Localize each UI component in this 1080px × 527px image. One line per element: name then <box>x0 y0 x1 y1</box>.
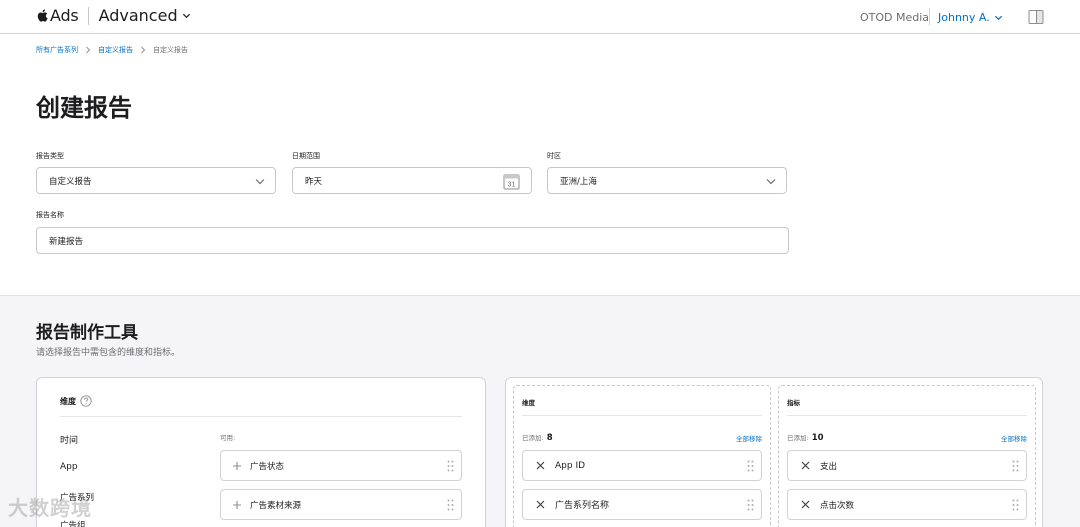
selected-item[interactable]: 点击次数 <box>787 489 1027 520</box>
category-app[interactable]: App <box>60 462 78 472</box>
close-icon[interactable] <box>801 500 810 509</box>
org-name[interactable]: OTOD Media <box>860 11 929 24</box>
breadcrumb: 所有广告系列 自定义报告 自定义报告 <box>36 45 188 55</box>
date-range-value: 昨天 <box>305 176 323 187</box>
drag-handle-icon[interactable] <box>447 460 454 472</box>
report-name-input[interactable]: 新建报告 <box>36 227 789 254</box>
selected-item[interactable]: 广告系列名称 <box>522 489 762 520</box>
chevron-right-icon <box>141 46 146 54</box>
dimensions-heading-label: 维度 <box>60 396 76 406</box>
selected-fields-card: 维度 已添加: 8 全部移除 App ID 广告系列名称 指标 已添加: 10 … <box>505 377 1043 527</box>
chevron-right-icon <box>86 46 91 54</box>
selected-metrics-dropzone[interactable]: 指标 已添加: 10 全部移除 支出 点击次数 <box>778 385 1036 527</box>
selected-dimensions-heading: 维度 <box>522 399 535 407</box>
date-range-label: 日期范围 <box>292 152 320 160</box>
selected-metrics-heading: 指标 <box>787 399 800 407</box>
selected-item-label: 支出 <box>820 461 838 472</box>
divider <box>522 415 762 416</box>
close-icon[interactable] <box>536 500 545 509</box>
drag-handle-icon[interactable] <box>1012 499 1019 511</box>
brand[interactable]: Ads Advanced <box>36 6 191 25</box>
help-icon[interactable] <box>80 395 92 407</box>
selected-item[interactable]: 支出 <box>787 450 1027 481</box>
apple-logo-icon <box>37 9 48 22</box>
chevron-down-icon <box>255 179 265 185</box>
report-type-label: 报告类型 <box>36 152 64 160</box>
dimension-chooser-card: 维度 时间 App 广告系列 广告组 可用: 广告状态 广告素材来源 <box>36 377 486 527</box>
selected-metrics-count: 已添加: 10 <box>787 432 824 443</box>
top-nav: Ads Advanced OTOD Media Johnny A. <box>0 0 1080 34</box>
drag-handle-icon[interactable] <box>1012 460 1019 472</box>
breadcrumb-link-custom-reports[interactable]: 自定义报告 <box>98 45 133 55</box>
builder-subtitle: 请选择报告中需包含的维度和指标。 <box>36 348 181 358</box>
plus-icon[interactable] <box>232 500 242 510</box>
breadcrumb-link-all-campaigns[interactable]: 所有广告系列 <box>36 45 78 55</box>
user-menu[interactable]: Johnny A. <box>938 11 1003 24</box>
remove-all-metrics-link[interactable]: 全部移除 <box>1001 433 1027 443</box>
timezone-label: 时区 <box>547 152 561 160</box>
selected-dimensions-count: 已添加: 8 <box>522 432 553 443</box>
remove-all-dimensions-link[interactable]: 全部移除 <box>736 433 762 443</box>
selected-item-label: 点击次数 <box>820 500 855 511</box>
available-item-label: 广告素材来源 <box>250 500 302 511</box>
watermark: 大数跨境 <box>8 496 92 520</box>
report-name-value: 新建报告 <box>49 236 84 247</box>
brand-divider <box>87 6 89 25</box>
builder-title: 报告制作工具 <box>36 323 138 343</box>
timezone-value: 亚洲/上海 <box>560 176 597 187</box>
chevron-down-icon <box>182 13 190 19</box>
report-name-label: 报告名称 <box>36 211 64 219</box>
selected-item-label: App ID <box>555 460 586 471</box>
plus-icon[interactable] <box>232 461 242 471</box>
available-item-label: 广告状态 <box>250 461 285 472</box>
brand-name: Ads <box>50 6 79 25</box>
available-label: 可用: <box>220 434 236 442</box>
added-count: 8 <box>546 433 553 443</box>
chevron-down-icon <box>994 15 1002 21</box>
page-title: 创建报告 <box>36 94 132 122</box>
org-divider <box>929 8 930 25</box>
chevron-down-icon <box>766 179 776 185</box>
calendar-day: 31 <box>508 182 516 189</box>
available-item[interactable]: 广告素材来源 <box>220 489 462 520</box>
sidebar-panel-icon[interactable] <box>1028 9 1044 25</box>
added-count: 10 <box>811 433 824 443</box>
added-label: 已添加: <box>787 434 809 442</box>
drag-handle-icon[interactable] <box>447 499 454 511</box>
close-icon[interactable] <box>801 461 810 470</box>
drag-handle-icon[interactable] <box>747 460 754 472</box>
date-range-picker[interactable]: 昨天 31 <box>292 167 532 194</box>
drag-handle-icon[interactable] <box>747 499 754 511</box>
breadcrumb-current: 自定义报告 <box>153 46 188 54</box>
report-type-value: 自定义报告 <box>49 176 92 187</box>
selected-dimensions-dropzone[interactable]: 维度 已添加: 8 全部移除 App ID 广告系列名称 <box>513 385 771 527</box>
dimensions-heading: 维度 <box>60 395 92 407</box>
divider <box>60 416 462 417</box>
available-item[interactable]: 广告状态 <box>220 450 462 481</box>
added-label: 已添加: <box>522 434 544 442</box>
close-icon[interactable] <box>536 461 545 470</box>
mode-label: Advanced <box>98 6 178 25</box>
user-name: Johnny A. <box>938 11 990 24</box>
report-type-select[interactable]: 自定义报告 <box>36 167 276 194</box>
calendar-icon[interactable]: 31 <box>503 173 520 190</box>
selected-item[interactable]: App ID <box>522 450 762 481</box>
mode-switcher[interactable]: Advanced <box>99 6 191 25</box>
selected-item-label: 广告系列名称 <box>555 501 610 511</box>
timezone-select[interactable]: 亚洲/上海 <box>547 167 787 194</box>
divider <box>787 415 1027 416</box>
category-time[interactable]: 时间 <box>60 433 78 446</box>
